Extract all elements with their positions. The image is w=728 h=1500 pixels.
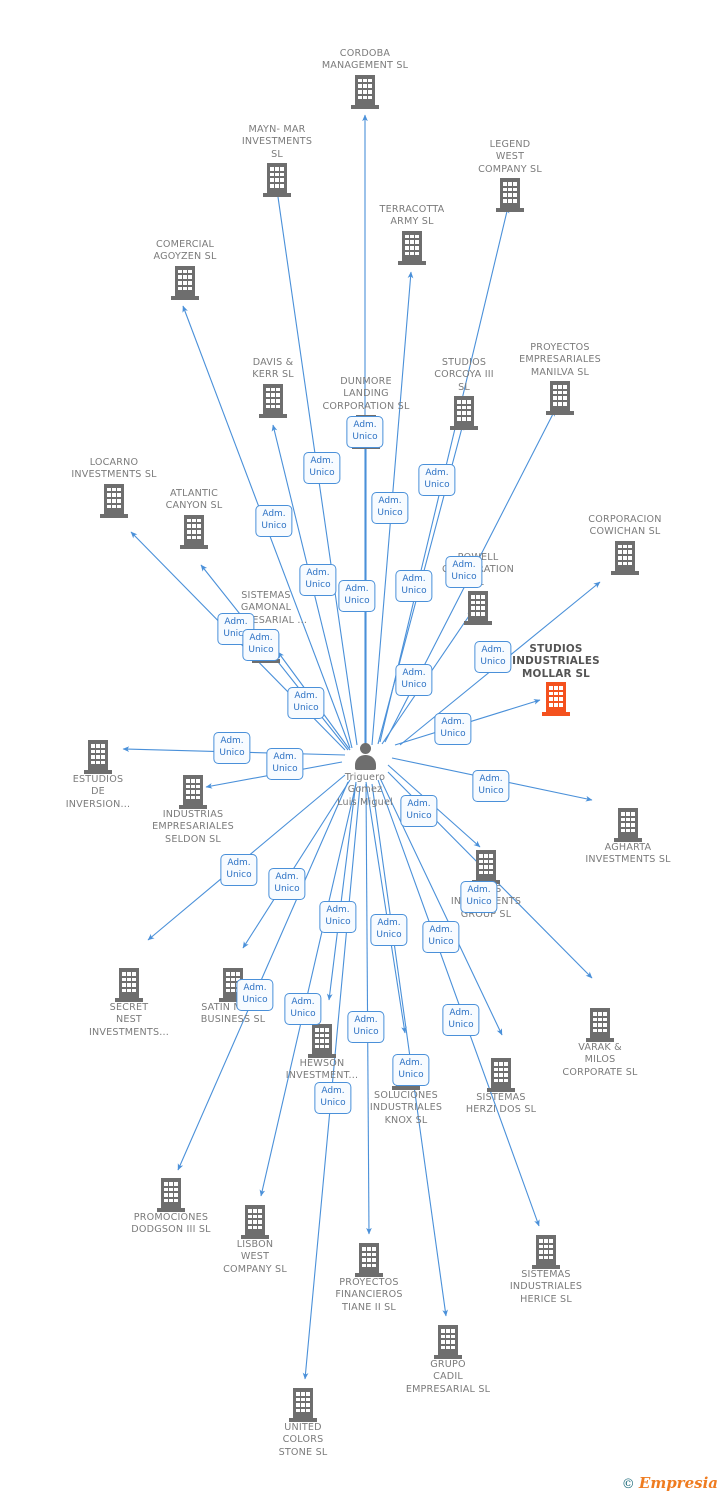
edge-label-adm-unico[interactable]: Adm. Unico (236, 979, 274, 1011)
building-icon-highlighted (542, 682, 570, 717)
edge-label-adm-unico[interactable]: Adm. Unico (284, 993, 322, 1025)
node-label-cordoba: CORDOBA MANAGEMENT SL (321, 48, 409, 72)
node-label-comercial: COMERCIAL AGOYZEN SL (153, 239, 217, 263)
building-icon (614, 808, 642, 842)
node-label-atlantic: ATLANTIC CANYON SL (165, 488, 223, 512)
edge-label-adm-unico[interactable]: Adm. Unico (472, 770, 510, 802)
person-icon (351, 742, 379, 772)
edge-label-adm-unico[interactable]: Adm. Unico (474, 641, 512, 673)
node-label-locarno: LOCARNO INVESTMENTS SL (71, 457, 157, 481)
node-label-corporacion: CORPORACION COWICHAN SL (588, 514, 662, 538)
building-icon (351, 74, 379, 109)
edge-label-adm-unico[interactable]: Adm. Unico (422, 921, 460, 953)
edge-label-adm-unico[interactable]: Adm. Unico (242, 629, 280, 661)
graph-node-legend[interactable]: LEGEND WEST COMPANY SL (440, 139, 580, 213)
node-label-varak: VARAK & MILOS CORPORATE SL (562, 1042, 638, 1078)
watermark: © Empresia (622, 1474, 718, 1492)
node-label-cadil: GRUPO CADIL EMPRESARIAL SL (405, 1359, 491, 1395)
edge-label-adm-unico[interactable]: Adm. Unico (392, 1054, 430, 1086)
node-label-agharta: AGHARTA INVESTMENTS SL (585, 842, 671, 866)
edge-label-adm-unico[interactable]: Adm. Unico (303, 452, 341, 484)
edge-label-adm-unico[interactable]: Adm. Unico (460, 881, 498, 913)
relationship-graph-canvas: CORDOBA MANAGEMENT SL MAYN- MAR INVESTMEN… (0, 0, 728, 1500)
edge-label-adm-unico[interactable]: Adm. Unico (346, 416, 384, 448)
edge-label-adm-unico[interactable]: Adm. Unico (400, 795, 438, 827)
graph-node-tiane[interactable]: PROYECTOS FINANCIEROS TIANE II SL (299, 1243, 439, 1314)
graph-node-comercial[interactable]: COMERCIAL AGOYZEN SL (115, 239, 255, 300)
edge-label-adm-unico[interactable]: Adm. Unico (268, 868, 306, 900)
edge-label-adm-unico[interactable]: Adm. Unico (347, 1011, 385, 1043)
edge-label-adm-unico[interactable]: Adm. Unico (395, 664, 433, 696)
building-icon (241, 1205, 269, 1239)
edge-center-to-hewson (326, 781, 357, 1001)
node-label-terracotta: TERRACOTTA ARMY SL (379, 204, 445, 228)
edge-label-adm-unico[interactable]: Adm. Unico (442, 1004, 480, 1036)
building-icon (586, 1008, 614, 1042)
edge-label-adm-unico[interactable]: Adm. Unico (338, 580, 376, 612)
graph-node-maynmar[interactable]: MAYN- MAR INVESTMENTS SL (207, 124, 347, 198)
edge-center-to-tiane (365, 783, 372, 1235)
graph-node-cordoba[interactable]: CORDOBA MANAGEMENT SL (295, 48, 435, 109)
building-icon (308, 1024, 336, 1058)
node-label-tiane: PROYECTOS FINANCIEROS TIANE II SL (335, 1277, 403, 1313)
node-label-dunmore: DUNMORE LANDING CORPORATION SL (322, 376, 410, 412)
graph-node-united[interactable]: UNITED COLORS STONE SL (233, 1388, 373, 1459)
building-icon (171, 265, 199, 300)
edge-label-adm-unico[interactable]: Adm. Unico (445, 556, 483, 588)
building-icon (115, 968, 143, 1002)
building-icon (180, 514, 208, 549)
graph-node-herice[interactable]: SISTEMAS INDUSTRIALES HERICE SL (476, 1235, 616, 1306)
building-icon (472, 850, 500, 884)
building-icon (496, 178, 524, 213)
edge-center-to-knox (365, 781, 407, 1034)
building-icon (464, 591, 492, 626)
graph-node-atlantic[interactable]: ATLANTIC CANYON SL (124, 488, 264, 549)
building-icon (263, 163, 291, 198)
brand-name: Empresia (638, 1474, 718, 1492)
building-icon (355, 1243, 383, 1277)
edge-label-adm-unico[interactable]: Adm. Unico (299, 564, 337, 596)
graph-node-varak[interactable]: VARAK & MILOS CORPORATE SL (530, 1008, 670, 1079)
edge-label-adm-unico[interactable]: Adm. Unico (418, 464, 456, 496)
edge-label-adm-unico[interactable]: Adm. Unico (213, 732, 251, 764)
node-label-herice: SISTEMAS INDUSTRIALES HERICE SL (509, 1269, 583, 1305)
edge-label-adm-unico[interactable]: Adm. Unico (395, 570, 433, 602)
graph-node-satinmoon[interactable]: SATIN MOON BUSINESS SL (163, 968, 303, 1027)
building-icon (434, 1325, 462, 1359)
edge-label-adm-unico[interactable]: Adm. Unico (371, 492, 409, 524)
edge-label-adm-unico[interactable]: Adm. Unico (434, 713, 472, 745)
building-icon (611, 540, 639, 575)
edge-label-adm-unico[interactable]: Adm. Unico (255, 505, 293, 537)
graph-node-terracotta[interactable]: TERRACOTTA ARMY SL (342, 204, 482, 265)
edge-label-adm-unico[interactable]: Adm. Unico (287, 687, 325, 719)
node-label-herzidos: SISTEMAS HERZI DOS SL (465, 1092, 537, 1116)
graph-node-cadil[interactable]: GRUPO CADIL EMPRESARIAL SL (378, 1325, 518, 1396)
building-icon (546, 381, 574, 416)
edge-label-adm-unico[interactable]: Adm. Unico (266, 748, 304, 780)
building-icon (259, 383, 287, 418)
copyright-symbol: © (621, 1477, 635, 1492)
graph-node-industrias[interactable]: INDUSTRIAS EMPRESARIALES SELDON SL (123, 775, 263, 846)
edge-label-adm-unico[interactable]: Adm. Unico (370, 914, 408, 946)
edge-label-adm-unico[interactable]: Adm. Unico (314, 1082, 352, 1114)
node-label-industrias: INDUSTRIAS EMPRESARIALES SELDON SL (152, 809, 234, 845)
graph-node-corporacion[interactable]: CORPORACION COWICHAN SL (555, 514, 695, 575)
node-label-legend: LEGEND WEST COMPANY SL (478, 139, 542, 175)
node-label-maynmar: MAYN- MAR INVESTMENTS SL (241, 124, 313, 160)
building-icon (179, 775, 207, 809)
edge-label-adm-unico[interactable]: Adm. Unico (319, 901, 357, 933)
edge-label-adm-unico[interactable]: Adm. Unico (220, 854, 258, 886)
building-icon (157, 1178, 185, 1212)
node-label-united: UNITED COLORS STONE SL (278, 1422, 328, 1458)
graph-node-agharta[interactable]: AGHARTA INVESTMENTS SL (558, 808, 698, 867)
building-icon (532, 1235, 560, 1269)
building-icon (487, 1058, 515, 1092)
building-icon (289, 1388, 317, 1422)
building-icon (84, 740, 112, 774)
building-icon (398, 230, 426, 265)
building-icon (450, 396, 478, 431)
